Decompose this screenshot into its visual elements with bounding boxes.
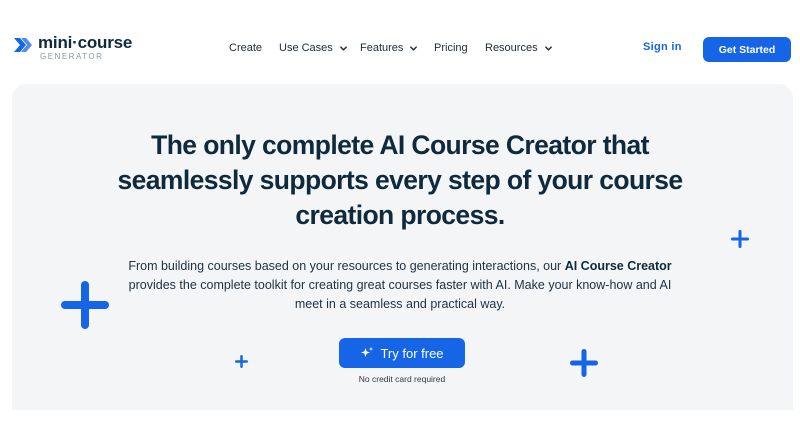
hero-headline: The only complete AI Course Creator that… [0,128,800,233]
description-text: From building courses based on your reso… [128,259,565,273]
plus-icon [61,281,109,329]
top-navbar: mini·course GENERATOR Create Use Cases F… [0,0,800,84]
chevron-down-icon [410,45,418,51]
nav-item-label: Use Cases [279,42,333,54]
get-started-button[interactable]: Get Started [703,37,791,62]
description-text: meet in a seamless and practical way. [294,297,506,311]
try-for-free-button[interactable]: Try for free [339,338,465,368]
description-text: provides the complete toolkit for creati… [128,278,672,292]
nav-item-use-cases[interactable]: Use Cases [279,42,348,54]
nav-item-resources[interactable]: Resources [485,42,553,54]
sign-in-link[interactable]: Sign in [643,41,682,53]
plus-icon [570,349,598,377]
description-emphasis: AI Course Creator [564,259,672,273]
brand-name: mini·course [38,33,133,52]
nav-item-create[interactable]: Create [229,42,262,54]
nav-item-pricing[interactable]: Pricing [434,42,468,54]
nav-item-label: Create [229,42,263,54]
brand-logo[interactable]: mini·course GENERATOR [12,34,132,61]
no-credit-card-note: No credit card required [358,374,446,384]
nav-item-label: Pricing [434,42,468,54]
nav-item-label: Resources [485,42,538,54]
headline-line: The only complete AI Course Creator that [151,130,649,160]
nav-item-features[interactable]: Features [360,42,418,54]
headline-line: creation process. [295,200,505,230]
headline-line: seamlessly supports every step of your c… [117,165,683,195]
plus-icon [235,355,248,368]
brand-subtitle: GENERATOR [40,52,104,61]
chevron-down-icon [339,45,347,51]
try-for-free-label: Try for free [380,345,444,361]
logo-mark-icon [14,38,32,52]
plus-icon [731,230,749,248]
chevron-down-icon [544,45,552,51]
sparkle-icon [361,346,374,357]
nav-item-label: Features [360,42,404,54]
hero-description: From building courses based on your reso… [110,257,690,314]
